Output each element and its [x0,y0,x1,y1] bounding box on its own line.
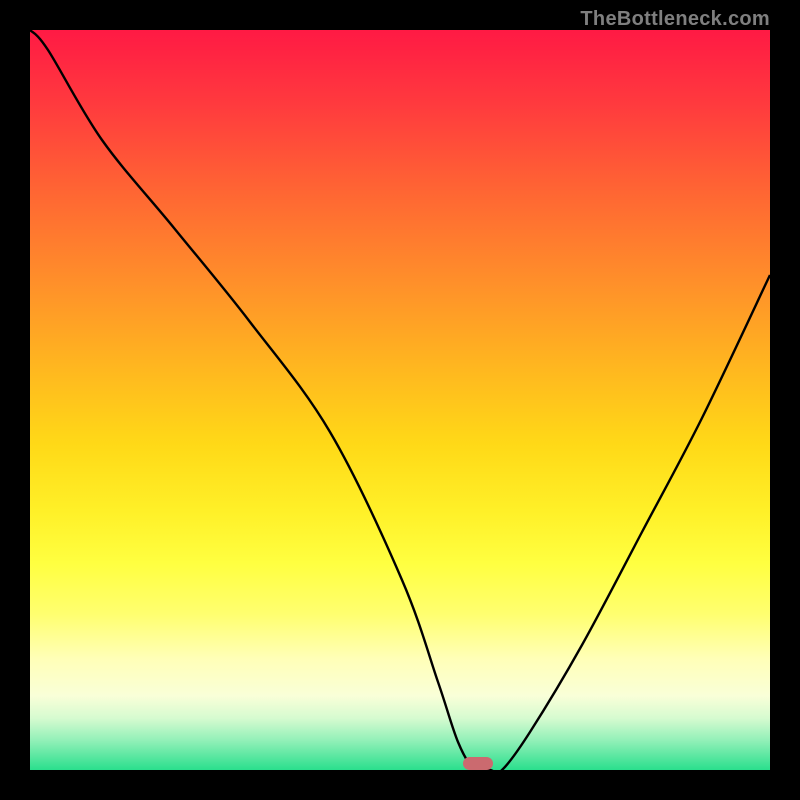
chart-container: TheBottleneck.com [0,0,800,800]
bottleneck-curve [30,30,770,770]
watermark-text: TheBottleneck.com [580,8,770,31]
optimum-marker [463,757,493,770]
curve-line [30,30,770,770]
plot-area [30,30,770,770]
